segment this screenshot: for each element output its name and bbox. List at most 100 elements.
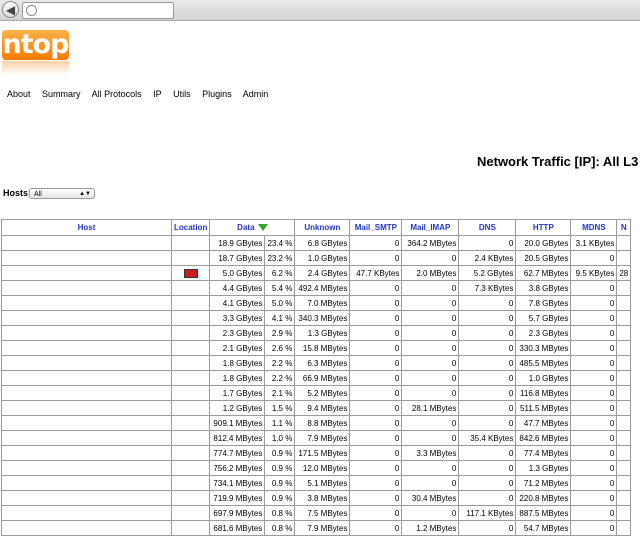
table-row: 812.4 MBytes 1.0 % 7.9 MBytes 0 0 35.4 KBytes… [1, 430, 632, 446]
http-cell: 5.7 GBytes [515, 310, 572, 326]
host-cell[interactable] [1, 310, 172, 326]
host-cell[interactable] [1, 520, 172, 536]
mdns-cell: 0 [570, 415, 618, 431]
host-cell[interactable] [1, 385, 172, 401]
hosts-select[interactable]: All ▲▼ [29, 188, 95, 199]
col-host[interactable]: Host [1, 219, 172, 236]
mdns-cell: 0 [570, 520, 618, 536]
http-cell: 20.0 GBytes [515, 235, 572, 251]
imap-cell: 3.3 MBytes [401, 445, 460, 461]
imap-cell: 0 [401, 355, 460, 371]
dns-cell: 35.4 KBytes [458, 430, 517, 446]
smtp-cell: 0 [349, 235, 403, 251]
extra-cell [616, 490, 632, 506]
host-cell[interactable] [1, 490, 172, 506]
select-arrows-icon: ▲▼ [79, 191, 91, 197]
unknown-cell: 1.0 GBytes [294, 250, 351, 266]
data-cell: 18.7 GBytes [209, 250, 266, 266]
imap-cell: 0 [401, 340, 460, 356]
dns-cell: 117.1 KBytes [458, 505, 517, 521]
table-row: 3.3 GBytes 4.1 % 340.3 MBytes 0 0 0 5.7 GBytes… [1, 310, 632, 326]
menu-item-summary[interactable]: Summary [42, 89, 81, 99]
dns-cell: 0 [458, 310, 517, 326]
location-cell [170, 445, 211, 461]
mdns-cell: 0 [570, 475, 618, 491]
location-cell [170, 250, 211, 266]
hosts-label: Hosts: [3, 188, 32, 198]
unknown-cell: 171.5 MBytes [294, 445, 351, 461]
location-cell [170, 475, 211, 491]
table-row: 909.1 MBytes 1.1 % 8.8 MBytes 0 0 0 47.7 MByte… [1, 415, 632, 431]
host-cell[interactable] [1, 460, 172, 476]
col-unknown[interactable]: Unknown [294, 219, 351, 236]
col-dns[interactable]: DNS [458, 219, 517, 236]
col-unknown-label: Unknown [304, 223, 341, 232]
pct-cell: 0.8 % [264, 520, 296, 536]
smtp-cell: 0 [349, 340, 403, 356]
extra-cell [616, 400, 632, 416]
http-cell: 330.3 MBytes [515, 340, 572, 356]
host-cell[interactable] [1, 475, 172, 491]
col-mail-imap[interactable]: Mail_IMAP [401, 219, 460, 236]
host-cell[interactable] [1, 430, 172, 446]
host-cell[interactable] [1, 280, 172, 296]
menu-item-plugins[interactable]: Plugins [202, 89, 232, 99]
extra-cell [616, 280, 632, 296]
mdns-cell: 0 [570, 430, 618, 446]
data-cell: 1.8 GBytes [209, 370, 266, 386]
col-location-label: Location [174, 223, 208, 232]
col-http[interactable]: HTTP [515, 219, 572, 236]
table-row: 2.3 GBytes 2.9 % 1.3 GBytes 0 0 0 2.3 GBytes 0 [1, 325, 632, 341]
extra-cell [616, 415, 632, 431]
host-cell[interactable] [1, 235, 172, 251]
dns-cell: 0 [458, 340, 517, 356]
back-button[interactable]: ◀ [2, 1, 19, 18]
host-cell[interactable] [1, 370, 172, 386]
host-cell[interactable] [1, 400, 172, 416]
smtp-cell: 0 [349, 490, 403, 506]
smtp-cell: 0 [349, 310, 403, 326]
extra-cell [616, 355, 632, 371]
smtp-cell: 0 [349, 460, 403, 476]
host-cell[interactable] [1, 265, 172, 281]
menu-item-utils[interactable]: Utils [173, 89, 191, 99]
ntop-logo[interactable]: ntop [2, 30, 70, 75]
imap-cell: 28.1 MBytes [401, 400, 460, 416]
menu-item-admin[interactable]: Admin [243, 89, 269, 99]
imap-cell: 0 [401, 460, 460, 476]
host-cell[interactable] [1, 295, 172, 311]
menu-item-all-protocols[interactable]: All Protocols [92, 89, 142, 99]
extra-cell [616, 310, 632, 326]
data-cell: 812.4 MBytes [209, 430, 266, 446]
host-cell[interactable] [1, 340, 172, 356]
col-next[interactable]: N [616, 219, 632, 236]
smtp-cell: 0 [349, 430, 403, 446]
data-cell: 681.6 MBytes [209, 520, 266, 536]
imap-cell: 0 [401, 250, 460, 266]
http-cell: 71.2 MBytes [515, 475, 572, 491]
extra-cell [616, 325, 632, 341]
data-cell: 1.2 GBytes [209, 400, 266, 416]
location-cell [170, 235, 211, 251]
menu-item-ip[interactable]: IP [153, 89, 162, 99]
data-cell: 3.3 GBytes [209, 310, 266, 326]
host-cell[interactable] [1, 505, 172, 521]
location-cell [170, 505, 211, 521]
smtp-cell: 0 [349, 520, 403, 536]
table-row: 18.9 GBytes 23.4 % 6.8 GBytes 0 364.2 MBytes… [1, 235, 632, 251]
col-location[interactable]: Location [170, 219, 211, 236]
col-mdns[interactable]: MDNS [570, 219, 618, 236]
host-cell[interactable] [1, 445, 172, 461]
host-cell[interactable] [1, 415, 172, 431]
dns-cell: 0 [458, 295, 517, 311]
url-bar[interactable] [22, 2, 174, 19]
col-mail-smtp[interactable]: Mail_SMTP [349, 219, 403, 236]
table-row: 719.9 MBytes 0.9 % 3.8 MBytes 0 30.4 MBytes 0… [1, 490, 632, 506]
host-cell[interactable] [1, 355, 172, 371]
country-flag-icon [183, 268, 198, 278]
host-cell[interactable] [1, 250, 172, 266]
menu-item-about[interactable]: About [7, 89, 31, 99]
host-cell[interactable] [1, 325, 172, 341]
col-data[interactable]: Data [209, 219, 296, 236]
imap-cell: 0 [401, 415, 460, 431]
